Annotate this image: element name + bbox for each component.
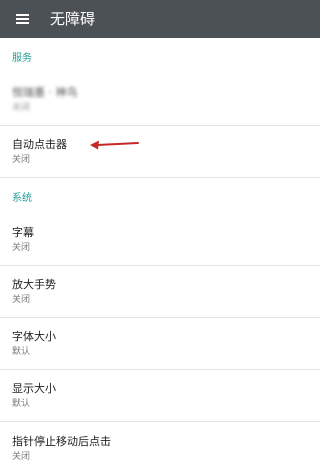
list-item-title: 指针停止移动后点击	[12, 434, 111, 448]
list-item-summary: 关闭	[12, 451, 31, 462]
list-item-title: 字幕	[12, 226, 34, 239]
list-item-summary: 默认	[12, 347, 31, 357]
list-item-summary: 关闭	[12, 103, 31, 113]
list-item-title: 字体大小	[12, 330, 56, 343]
list-item-title: 悦瑞墨 · 神鸟	[12, 86, 78, 99]
list-item-magnification-gesture[interactable]: 放大手势 关闭	[0, 266, 320, 318]
section-header-system: 系统	[12, 192, 32, 204]
list-item-summary: 关闭	[12, 243, 31, 253]
list-item-title: 自动点击器	[12, 138, 67, 151]
list-item-summary: 关闭	[12, 155, 31, 165]
list-item-font-size[interactable]: 字体大小 默认	[0, 318, 320, 370]
list-item-title: 放大手势	[12, 278, 56, 291]
list-item-summary: 默认	[12, 399, 31, 409]
list-item-service-blurred[interactable]: 悦瑞墨 · 神鸟 关闭	[0, 74, 320, 126]
list-item-click-after-pointer-stops[interactable]: 指针停止移动后点击 关闭	[0, 422, 320, 465]
hamburger-menu-icon	[15, 14, 29, 24]
list-item-captions[interactable]: 字幕 关闭	[0, 214, 320, 266]
list-item-display-size[interactable]: 显示大小 默认	[0, 370, 320, 422]
menu-button[interactable]	[0, 0, 44, 38]
page-title: 无障碍	[50, 10, 96, 28]
list-item-summary: 关闭	[12, 295, 31, 305]
top-toolbar: 无障碍	[0, 0, 320, 38]
accessibility-settings-screen: 无障碍 服务 悦瑞墨 · 神鸟 关闭 自动点击器 关闭 系统 字幕 关闭 放大手…	[0, 0, 320, 465]
list-item-auto-clicker[interactable]: 自动点击器 关闭	[0, 126, 320, 178]
section-header-services: 服务	[12, 52, 32, 64]
red-arrow-icon	[90, 140, 139, 150]
list-item-title: 显示大小	[12, 382, 56, 395]
